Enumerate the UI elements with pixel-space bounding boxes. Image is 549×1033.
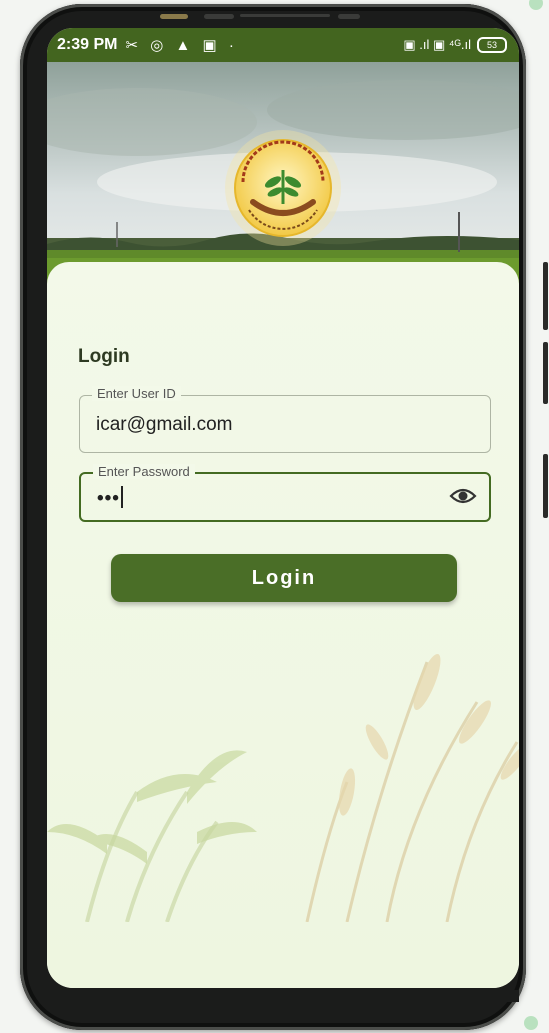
phone-side-button — [543, 342, 548, 404]
user-id-field[interactable]: Enter User ID icar@gmail.com — [79, 386, 491, 453]
password-value: ••• — [97, 488, 120, 509]
phone-speaker — [160, 14, 188, 19]
text-cursor — [120, 486, 123, 508]
password-field[interactable]: Enter Password ••• — [79, 464, 491, 522]
battery-icon: 53 — [477, 37, 507, 53]
login-card: Login Enter User ID icar@gmail.com Enter… — [47, 262, 519, 988]
status-bar: 2:39 PM ✂ ◎ ▲ ▣ · ▣ .ıl ▣ ⁴ᴳ.ıl 53 — [47, 28, 519, 62]
corner-decoration-dot — [529, 0, 543, 10]
app-screen: 2:39 PM ✂ ◎ ▲ ▣ · ▣ .ıl ▣ ⁴ᴳ.ıl 53 Login… — [47, 28, 519, 988]
password-label: Enter Password — [93, 464, 195, 479]
corner-decoration-dot — [524, 1016, 538, 1030]
show-password-eye-icon[interactable] — [449, 486, 477, 506]
user-id-value[interactable]: icar@gmail.com — [96, 414, 232, 436]
phone-bottom-bezel — [47, 990, 519, 1002]
phone-speaker — [338, 14, 360, 19]
user-id-label: Enter User ID — [92, 386, 181, 401]
phone-side-button — [543, 262, 548, 330]
signal-icon: ▣ .ıl ▣ ⁴ᴳ.ıl — [403, 37, 471, 52]
password-value-wrap[interactable]: ••• — [97, 486, 123, 510]
status-signal-icons: ▣ .ıl ▣ ⁴ᴳ.ıl 53 — [403, 37, 507, 53]
status-time: 2:39 PM — [57, 36, 118, 53]
phone-speaker — [240, 14, 330, 17]
status-notification-icons: ✂ ◎ ▲ ▣ · — [125, 37, 238, 54]
phone-side-button — [543, 454, 548, 518]
login-heading: Login — [78, 346, 130, 367]
crop-background-illustration — [47, 654, 519, 922]
login-button[interactable]: Login — [111, 554, 457, 602]
phone-speaker — [204, 14, 234, 19]
